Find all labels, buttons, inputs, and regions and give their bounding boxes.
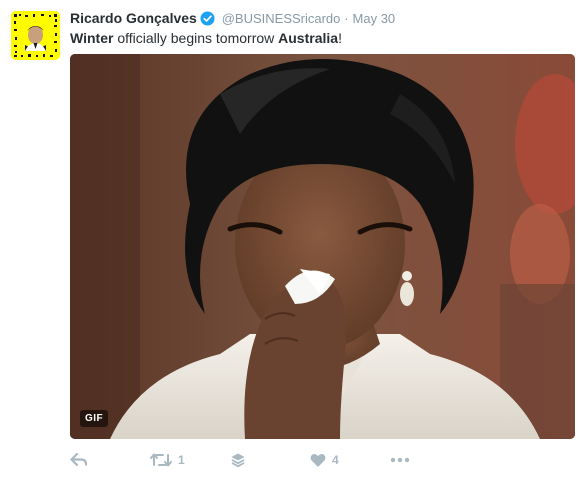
author-handle[interactable]: @BUSINESSricardo [222,11,341,26]
like-count: 4 [332,453,339,467]
author-name[interactable]: Ricardo Gonçalves [70,10,197,26]
retweet-icon [150,452,172,468]
retweet-count: 1 [178,453,185,467]
heart-icon [310,453,326,468]
more-button[interactable] [390,450,410,470]
layers-button[interactable] [230,450,246,470]
gif-media[interactable]: GIF [70,54,575,439]
avatar[interactable] [11,11,60,60]
tweet-card[interactable]: Ricardo Gonçalves @BUSINESSricardo · May… [0,0,580,478]
snapcode-avatar-image [11,11,60,60]
tweet-header: Ricardo Gonçalves @BUSINESSricardo · May… [70,9,395,30]
tweet-actions: 1 4 [70,450,570,470]
tweet-date[interactable]: May 30 [353,11,396,26]
reply-button[interactable] [70,450,88,470]
tweet-text: Winter officially begins tomorrow Austra… [70,28,342,48]
tweet-text-middle: officially begins tomorrow [113,30,279,46]
gif-frame-image [70,54,575,439]
gif-badge: GIF [80,410,109,427]
layers-icon [230,452,246,468]
more-dots-icon [390,457,410,463]
hashtag-word-australia: Australia [278,30,339,46]
retweet-button[interactable]: 1 [150,450,185,470]
hashtag-word-winter: Winter [70,30,114,46]
like-button[interactable]: 4 [310,450,339,470]
tweet-text-end: ! [338,30,342,46]
separator: · [344,11,349,26]
reply-icon [70,452,88,468]
